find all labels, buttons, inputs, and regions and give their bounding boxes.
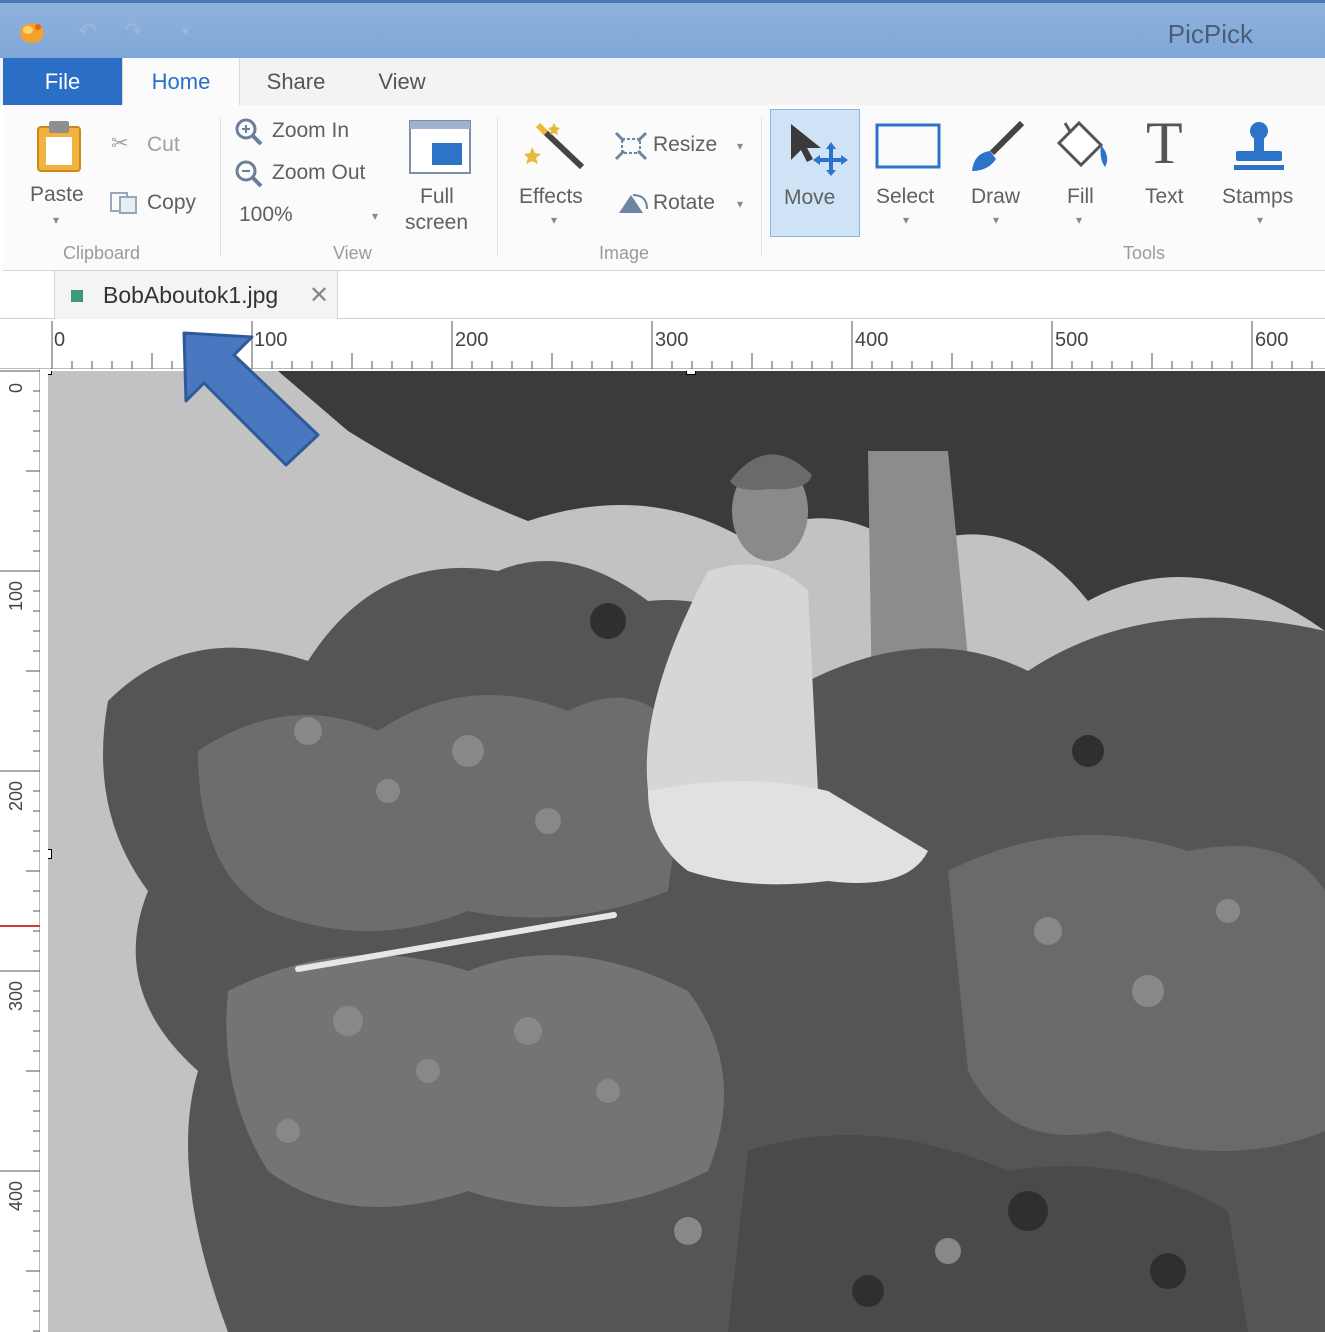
ruler-label: 0 [54, 329, 66, 351]
text-label: Text [1145, 185, 1184, 208]
copy-label: Copy [147, 191, 197, 214]
group-divider [220, 117, 221, 257]
edited-photo [48, 371, 1325, 1332]
resize-icon [614, 131, 648, 161]
paintbrush-icon [972, 120, 1025, 171]
ruler-label: 200 [6, 780, 26, 811]
window-title: PicPick [1167, 19, 1253, 49]
image-canvas[interactable] [48, 371, 1325, 1332]
stamp-icon [1234, 122, 1284, 170]
image-group-label: Image [599, 243, 650, 263]
redo-icon[interactable]: ↷ [124, 20, 142, 42]
zoom-out-label: Zoom Out [272, 161, 366, 184]
ruler-label: 300 [655, 329, 689, 351]
chevron-down-icon: ▾ [372, 209, 379, 223]
fill-dropdown-icon: ▾ [1076, 213, 1083, 227]
ruler-label: 600 [1255, 329, 1289, 351]
effects-dropdown-icon: ▾ [551, 213, 558, 227]
full-screen-icon [409, 120, 471, 174]
move-tool-button[interactable]: Move [770, 109, 860, 237]
effects-label: Effects [519, 185, 583, 208]
resize-handle[interactable] [48, 371, 52, 375]
paste-label: Paste [30, 183, 84, 206]
document-tab-name: BobAboutok1.jpg [103, 282, 279, 308]
ribbon-home-panel: Paste ▾ ✂ Cut Copy Clipboard Zoom In Zoo… [3, 105, 1325, 271]
picpick-app-icon[interactable] [18, 19, 46, 45]
annotation-arrow-icon [182, 331, 320, 467]
rotate-dropdown-icon: ▾ [737, 197, 744, 211]
group-divider [761, 117, 762, 257]
tab-share[interactable]: Share [250, 58, 342, 105]
rotate-icon [619, 194, 648, 213]
paint-bucket-icon [1056, 120, 1108, 168]
image-file-icon [71, 290, 83, 302]
resize-handle[interactable] [686, 371, 696, 375]
ruler-label: 100 [6, 580, 26, 611]
zoom-in-label: Zoom In [272, 119, 350, 142]
cut-label: Cut [147, 133, 180, 156]
resize-label: Resize [653, 133, 718, 156]
select-dropdown-icon: ▾ [903, 213, 910, 227]
clipboard-group-label: Clipboard [63, 243, 141, 263]
ruler-label: 0 [6, 382, 26, 393]
group-divider [497, 117, 498, 257]
close-icon[interactable]: ✕ [309, 281, 329, 310]
ruler-label: 500 [1055, 329, 1089, 351]
resize-handle[interactable] [48, 849, 52, 859]
draw-label: Draw [971, 185, 1021, 208]
rotate-label: Rotate [653, 191, 715, 214]
zoom-in-icon [235, 118, 263, 146]
copy-icon [110, 192, 137, 214]
tools-group-label: Tools [1123, 243, 1166, 263]
paste-dropdown-icon: ▾ [53, 213, 60, 227]
tab-view[interactable]: View [362, 58, 442, 105]
view-group-label: View [333, 243, 372, 263]
ribbon-tab-row: File Home Share View [0, 58, 1325, 105]
ruler-label: 300 [6, 980, 26, 1011]
title-bar: ↶ ↷ ▾ PicPick [0, 0, 1325, 58]
tab-home[interactable]: Home [122, 58, 240, 105]
magic-wand-icon [524, 122, 585, 170]
tab-file[interactable]: File [3, 58, 122, 105]
resize-dropdown-icon: ▾ [737, 139, 744, 153]
full-screen-label-line2: screen [405, 211, 469, 234]
move-label: Move [784, 186, 836, 209]
document-tab-strip: BobAboutok1.jpg ✕ [0, 271, 1325, 319]
ruler-label: 400 [6, 1180, 26, 1211]
zoom-level-value: 100% [239, 203, 293, 226]
cursor-position-marker [0, 925, 40, 927]
move-cursor-icon [791, 124, 848, 176]
ruler-label: 200 [455, 329, 489, 351]
text-t-icon: T [1146, 110, 1183, 176]
scissors-icon: ✂ [111, 132, 129, 155]
stamps-dropdown-icon: ▾ [1257, 213, 1264, 227]
vertical-ruler: 0 100 200 300 400 [0, 369, 40, 1332]
ruler-label: 400 [855, 329, 889, 351]
quick-access-dropdown-icon[interactable]: ▾ [182, 20, 189, 42]
select-label: Select [876, 185, 935, 208]
undo-icon[interactable]: ↶ [78, 20, 96, 42]
full-screen-label-line1: Full [420, 185, 454, 208]
document-tab[interactable]: BobAboutok1.jpg ✕ [54, 271, 338, 319]
zoom-out-icon [235, 160, 263, 188]
fill-label: Fill [1067, 185, 1094, 208]
clipboard-icon [37, 121, 81, 172]
draw-dropdown-icon: ▾ [993, 213, 1000, 227]
select-rectangle-icon [875, 123, 941, 169]
stamps-label: Stamps [1222, 185, 1294, 208]
